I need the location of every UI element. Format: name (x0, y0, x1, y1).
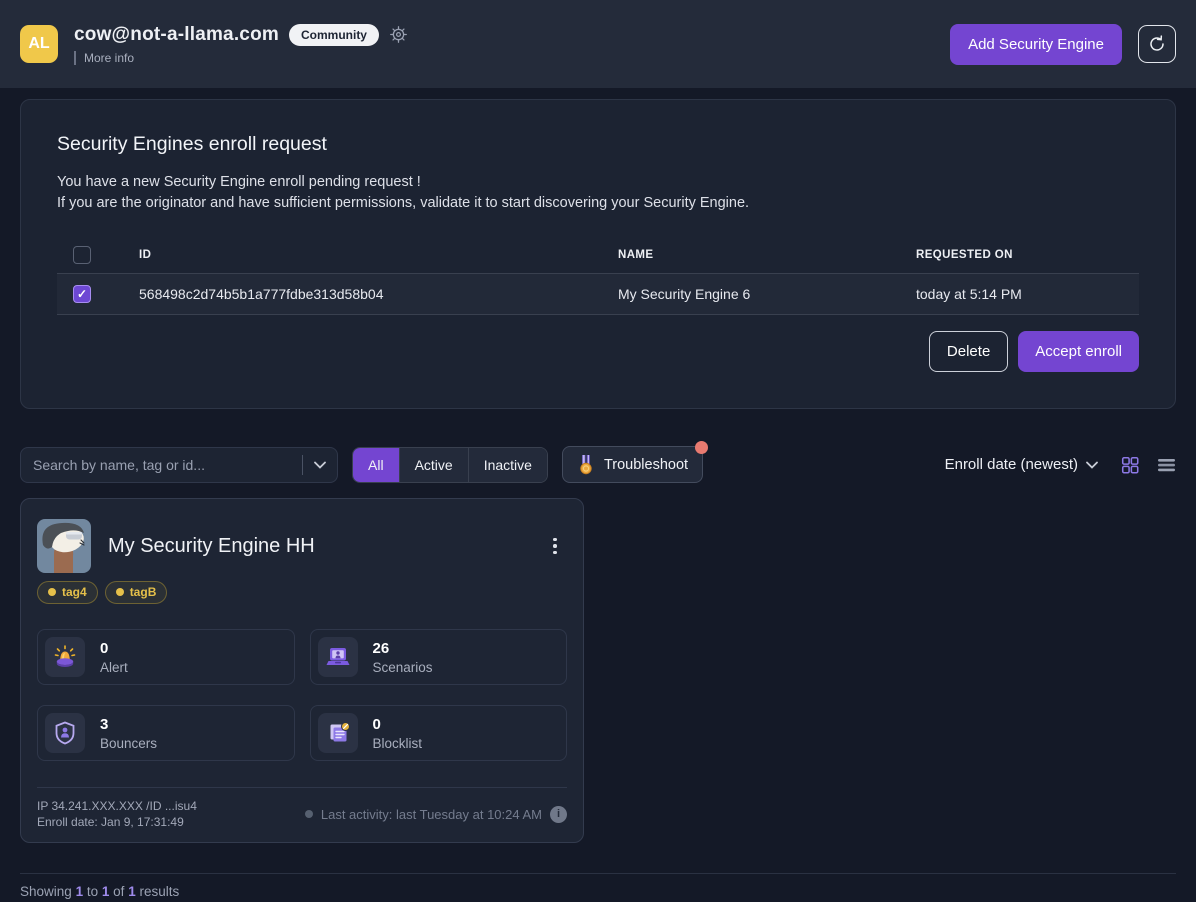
results-suffix: results (139, 884, 179, 899)
tab-active[interactable]: Active (399, 448, 468, 482)
engine-avatar (37, 519, 91, 573)
account-email: cow@not-a-llama.com (74, 24, 279, 46)
delete-button[interactable]: Delete (929, 331, 1008, 372)
account-block: cow@not-a-llama.com Community More info (74, 24, 408, 65)
results-total: 1 (128, 884, 136, 899)
results-to: 1 (102, 884, 110, 899)
stat-value: 0 (373, 716, 423, 733)
engine-tags: tag4 tagB (37, 581, 567, 604)
stat-label: Blocklist (373, 736, 423, 751)
enroll-request-card: Security Engines enroll request You have… (20, 99, 1176, 409)
search-options-toggle[interactable] (303, 448, 337, 482)
row-name: My Security Engine 6 (618, 286, 916, 302)
tab-all[interactable]: All (353, 448, 399, 482)
results-from: 1 (76, 884, 84, 899)
chevron-down-icon (1086, 461, 1098, 469)
row-requested-on: today at 5:14 PM (916, 286, 1139, 302)
info-icon[interactable]: i (550, 806, 567, 823)
engine-card-footer: IP 34.241.XXX.XXX /ID ...isu4 Enroll dat… (37, 787, 567, 830)
row-id: 568498c2d74b5b1a777fdbe313d58b04 (139, 286, 618, 302)
divider (74, 51, 76, 65)
tag-chip[interactable]: tagB (105, 581, 168, 604)
troubleshoot-label: Troubleshoot (604, 457, 688, 473)
tag-chip[interactable]: tag4 (37, 581, 98, 604)
siren-icon (45, 637, 85, 677)
accept-enroll-button[interactable]: Accept enroll (1018, 331, 1139, 372)
engine-ip-id: IP 34.241.XXX.XXX /ID ...isu4 (37, 798, 197, 814)
last-activity-text: Last activity: last Tuesday at 10:24 AM (321, 807, 542, 822)
enroll-table-header: ID NAME REQUESTED ON (57, 236, 1139, 274)
results-prefix: Showing (20, 884, 72, 899)
select-all-checkbox[interactable] (73, 246, 91, 264)
add-security-engine-button[interactable]: Add Security Engine (950, 24, 1122, 65)
security-engine-card: My Security Engine HH tag4 tagB (20, 498, 584, 843)
stat-label: Scenarios (373, 660, 433, 675)
enroll-table: ID NAME REQUESTED ON ✓ 568498c2d74b5b1a7… (57, 236, 1139, 315)
sort-dropdown[interactable]: Enroll date (newest) (945, 456, 1098, 473)
tag-label: tag4 (62, 585, 87, 599)
column-header-name: NAME (618, 249, 916, 261)
top-header: AL cow@not-a-llama.com Community (0, 0, 1196, 88)
table-row[interactable]: ✓ 568498c2d74b5b1a777fdbe313d58b04 My Se… (57, 274, 1139, 315)
engine-enroll-date: Enroll date: Jan 9, 17:31:49 (37, 814, 197, 830)
avatar: AL (20, 25, 58, 63)
blocklist-icon (318, 713, 358, 753)
filter-tabs: All Active Inactive (352, 447, 548, 483)
laptop-icon (318, 637, 358, 677)
stat-value: 3 (100, 716, 157, 733)
search-box (20, 447, 338, 483)
enroll-card-description: You have a new Security Engine enroll pe… (57, 172, 1139, 214)
stat-label: Alert (100, 660, 128, 675)
plan-badge: Community (289, 24, 379, 46)
stat-tile-blocklist[interactable]: 0 Blocklist (310, 705, 568, 761)
stat-tile-scenarios[interactable]: 26 Scenarios (310, 629, 568, 685)
troubleshoot-button[interactable]: Troubleshoot (562, 446, 703, 483)
list-view-button[interactable] (1157, 457, 1176, 473)
row-checkbox[interactable]: ✓ (73, 285, 91, 303)
list-view-icon (1157, 457, 1176, 473)
tag-label: tagB (130, 585, 157, 599)
stat-tile-bouncers[interactable]: 3 Bouncers (37, 705, 295, 761)
stat-value: 0 (100, 640, 128, 657)
activity-status-dot (305, 810, 313, 818)
stat-label: Bouncers (100, 736, 157, 751)
results-summary: Showing 1 to 1 of 1 results (20, 873, 1176, 899)
medal-icon (577, 454, 595, 476)
column-header-requested-on: REQUESTED ON (916, 249, 1139, 261)
refresh-icon (1147, 34, 1167, 54)
more-info-link[interactable]: More info (84, 51, 134, 65)
tab-inactive[interactable]: Inactive (468, 448, 547, 482)
notification-dot (695, 441, 708, 454)
tag-dot-icon (116, 588, 124, 596)
enroll-line-1: You have a new Security Engine enroll pe… (57, 172, 1139, 193)
engine-title: My Security Engine HH (108, 535, 543, 558)
main-content: Security Engines enroll request You have… (0, 99, 1196, 843)
column-header-id: ID (139, 249, 618, 261)
grid-view-icon (1120, 455, 1140, 475)
engines-toolbar: All Active Inactive Troubleshoot Enroll … (20, 446, 1176, 483)
enroll-card-title: Security Engines enroll request (57, 133, 1139, 156)
search-input[interactable] (21, 457, 302, 473)
shield-icon (45, 713, 85, 753)
stat-value: 26 (373, 640, 433, 657)
refresh-button[interactable] (1138, 25, 1176, 63)
sort-label: Enroll date (newest) (945, 456, 1078, 473)
stat-tile-alerts[interactable]: 0 Alert (37, 629, 295, 685)
tag-dot-icon (48, 588, 56, 596)
engine-menu-button[interactable] (543, 534, 567, 559)
gear-icon[interactable] (389, 25, 408, 44)
grid-view-button[interactable] (1120, 455, 1140, 475)
enroll-line-2: If you are the originator and have suffi… (57, 193, 1139, 214)
engine-stats: 0 Alert 26 Scenarios (37, 629, 567, 761)
